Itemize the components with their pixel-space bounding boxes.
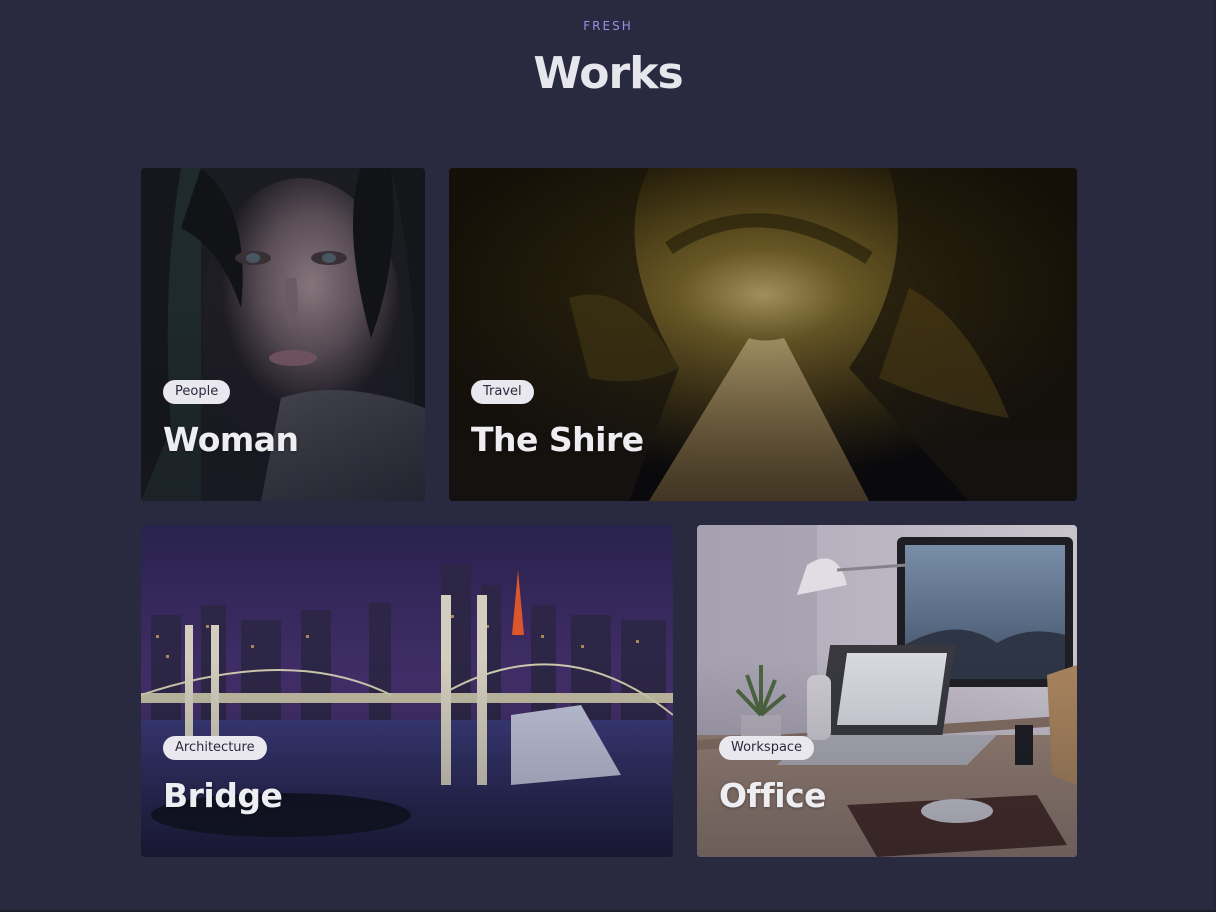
work-card-woman[interactable]: People Woman xyxy=(141,168,425,501)
category-tag[interactable]: People xyxy=(163,380,231,404)
category-tag[interactable]: Workspace xyxy=(719,736,815,760)
work-card-bridge[interactable]: Architecture Bridge xyxy=(141,525,673,857)
category-tag[interactable]: Travel xyxy=(471,380,534,404)
work-card-the-shire[interactable]: Travel The Shire xyxy=(449,168,1077,501)
work-title[interactable]: The Shire xyxy=(471,420,644,460)
work-title[interactable]: Office xyxy=(719,776,827,816)
work-title[interactable]: Bridge xyxy=(163,776,283,816)
section-eyebrow: FRESH xyxy=(583,19,633,33)
work-card-office[interactable]: Workspace Office xyxy=(697,525,1077,857)
page-title: Works xyxy=(533,48,683,99)
category-tag[interactable]: Architecture xyxy=(163,736,267,760)
work-title[interactable]: Woman xyxy=(163,420,299,460)
